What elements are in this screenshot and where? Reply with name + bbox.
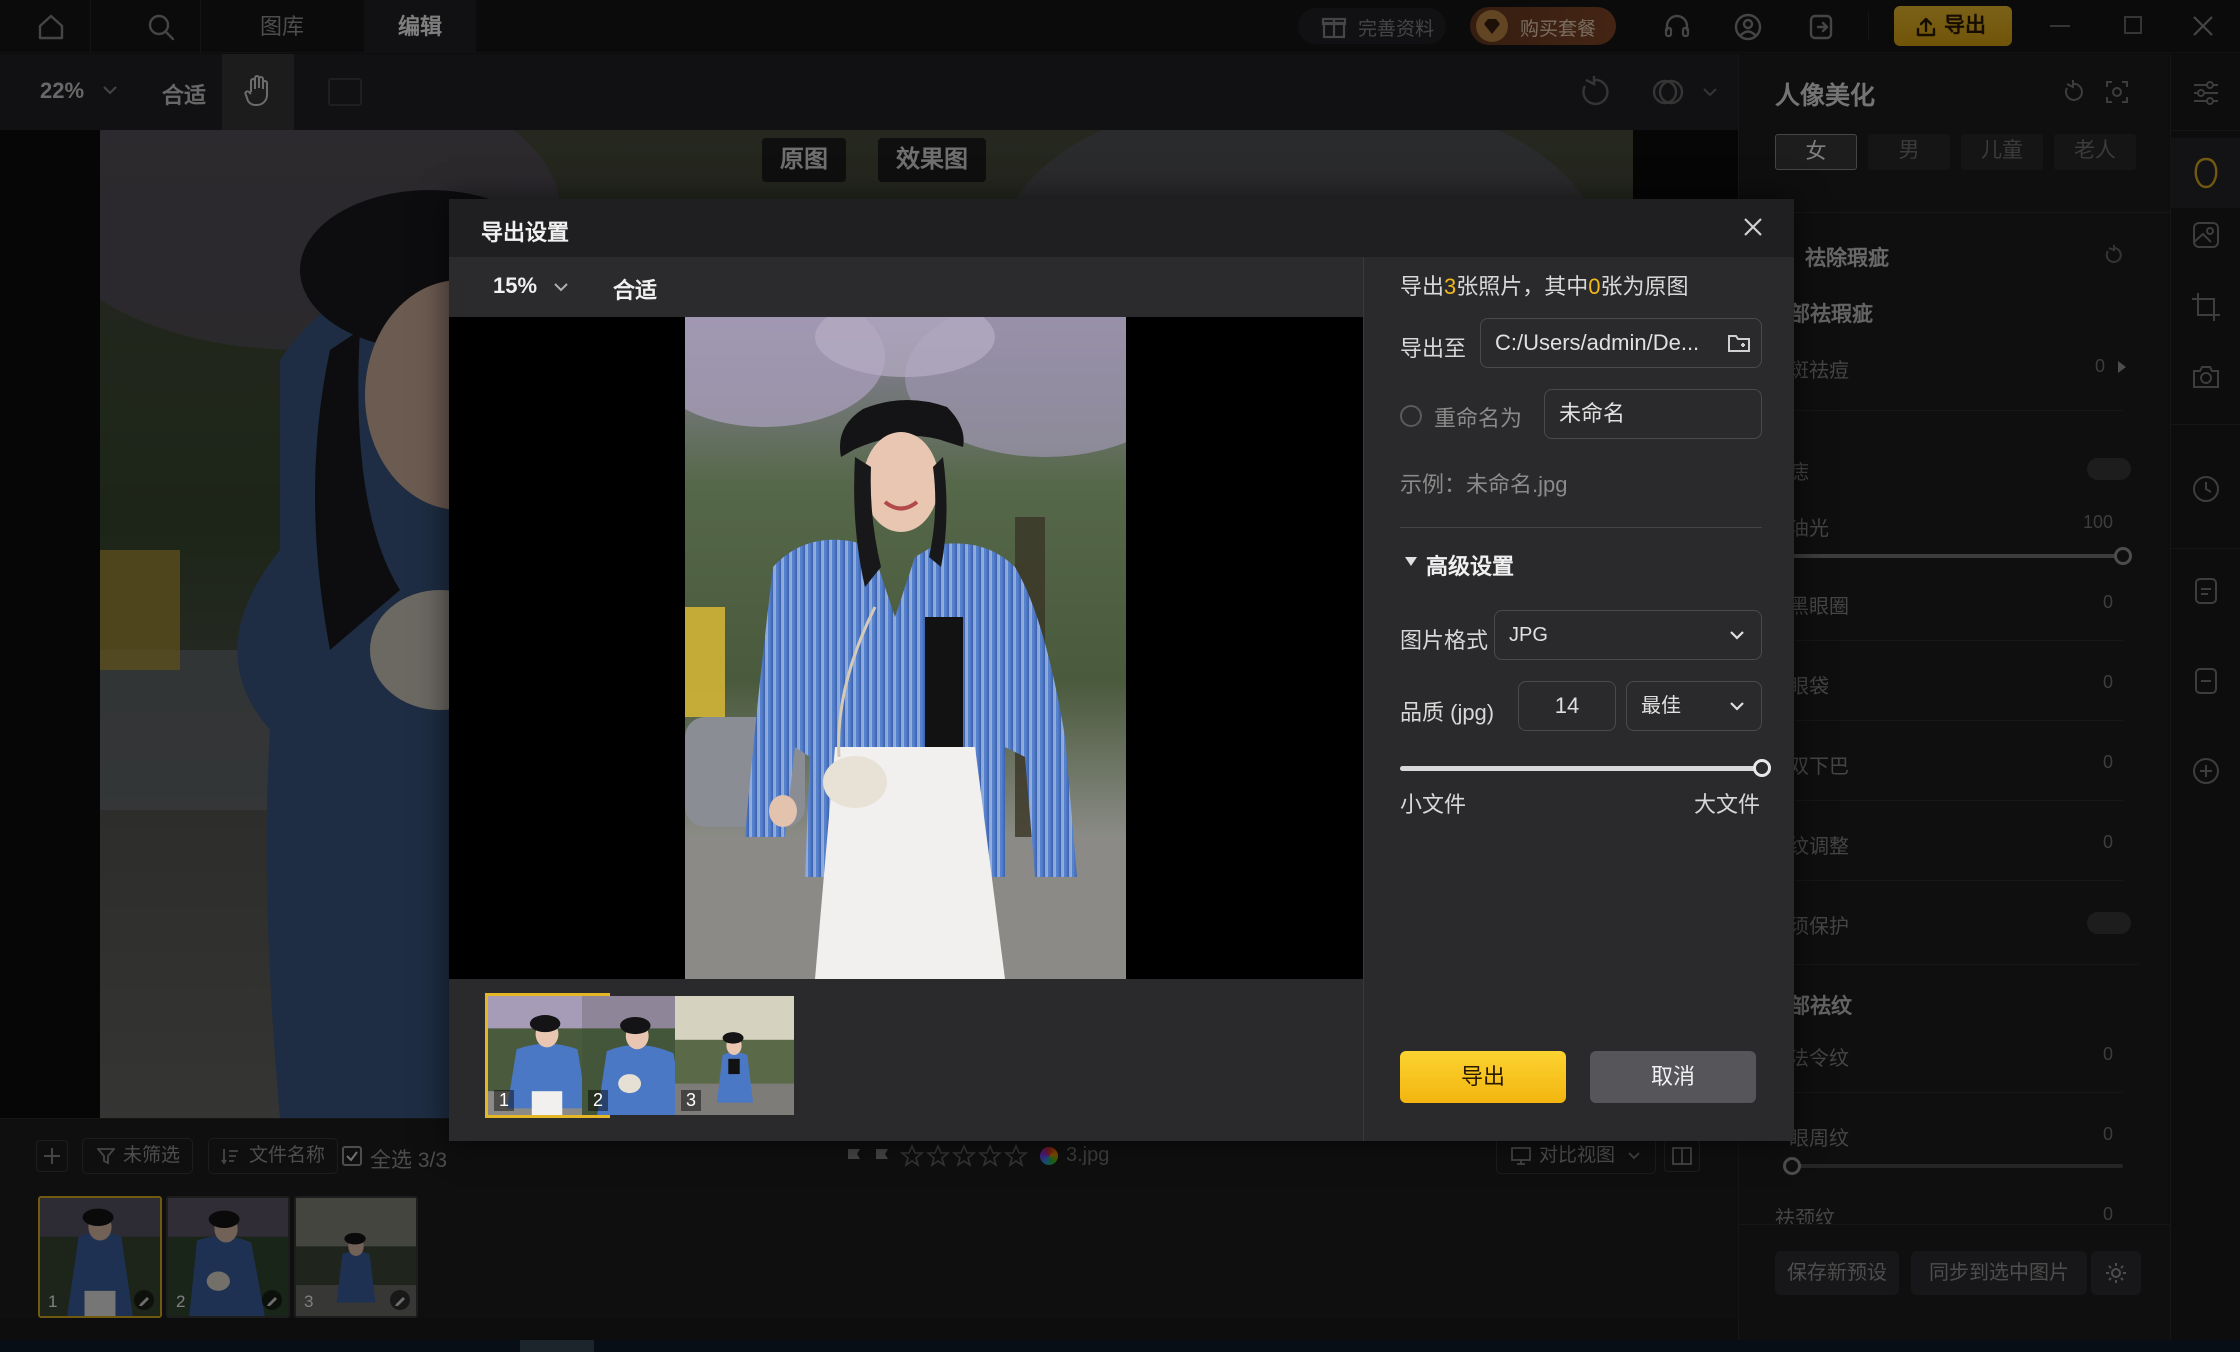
thumb-number: 1 (494, 1090, 515, 1111)
format-value: JPG (1509, 624, 1548, 646)
cancel-button[interactable]: 取消 (1590, 1051, 1756, 1103)
export-preview (449, 317, 1363, 979)
advanced-settings-toggle[interactable]: 高级设置 (1426, 549, 1514, 581)
summary-suffix: 张为原图 (1600, 274, 1689, 299)
summary-original-count: 0 (1588, 274, 1601, 299)
export-thumb[interactable]: 3 (672, 993, 797, 1118)
thumb-number: 2 (588, 1090, 609, 1111)
quality-label: 品质 (jpg) (1400, 700, 1495, 725)
small-file-label: 小文件 (1400, 792, 1467, 817)
quality-preset-value: 最佳 (1641, 695, 1681, 717)
quality-slider-track[interactable] (1400, 759, 1771, 777)
summary-count: 3 (1444, 274, 1457, 299)
close-icon[interactable] (1741, 215, 1765, 239)
quality-slider-fill (1400, 766, 1762, 771)
chevron-down-icon (1729, 629, 1745, 641)
dialog-header: 导出设置 (449, 199, 1794, 257)
summary-mid: 张照片，其中 (1456, 274, 1589, 299)
export-path-value: C:/Users/admin/De... (1495, 330, 1700, 355)
export-path-field[interactable]: C:/Users/admin/De... (1480, 318, 1762, 368)
rename-radio[interactable] (1400, 405, 1422, 427)
preview-photo (685, 317, 1126, 979)
format-label: 图片格式 (1400, 628, 1489, 653)
preview-zoom[interactable]: 15% (493, 273, 537, 299)
quality-slider-knob[interactable] (1753, 759, 1771, 777)
format-select[interactable]: JPG (1494, 610, 1762, 660)
export-thumbnail-strip: 1 2 3 (449, 979, 1363, 1141)
summary-prefix: 导出 (1400, 274, 1445, 299)
thumb-number: 3 (681, 1090, 702, 1111)
preview-fit-button[interactable]: 合适 (613, 273, 657, 305)
export-summary: 导出3张照片，其中0张为原图 (1400, 269, 1689, 301)
dialog-title: 导出设置 (481, 220, 570, 245)
rename-input[interactable]: 未命名 (1544, 389, 1762, 439)
preview-toolbar: 15% 合适 (449, 257, 1363, 317)
export-to-label: 导出至 (1400, 336, 1467, 361)
triangle-down-icon[interactable] (1404, 555, 1418, 567)
export-settings-form: 导出3张照片，其中0张为原图 导出至 C:/Users/admin/De... … (1363, 257, 1794, 1141)
filename-example: 示例：未命名.jpg (1400, 472, 1568, 497)
export-settings-dialog: 导出设置 15% 合适 1 2 3 导出3张照片，其中0张为原图 导出至 C:/… (449, 199, 1794, 1141)
quality-preset-select[interactable]: 最佳 (1626, 681, 1762, 731)
large-file-label: 大文件 (1694, 792, 1761, 817)
rename-label: 重命名为 (1434, 406, 1523, 431)
folder-icon[interactable] (1727, 332, 1751, 354)
chevron-down-icon (1729, 700, 1745, 712)
quality-value: 14 (1554, 693, 1580, 718)
chevron-down-icon[interactable] (553, 281, 569, 293)
divider (1400, 527, 1762, 528)
quality-input[interactable]: 14 (1518, 681, 1616, 731)
rename-value: 未命名 (1559, 401, 1626, 426)
export-button[interactable]: 导出 (1400, 1051, 1566, 1103)
